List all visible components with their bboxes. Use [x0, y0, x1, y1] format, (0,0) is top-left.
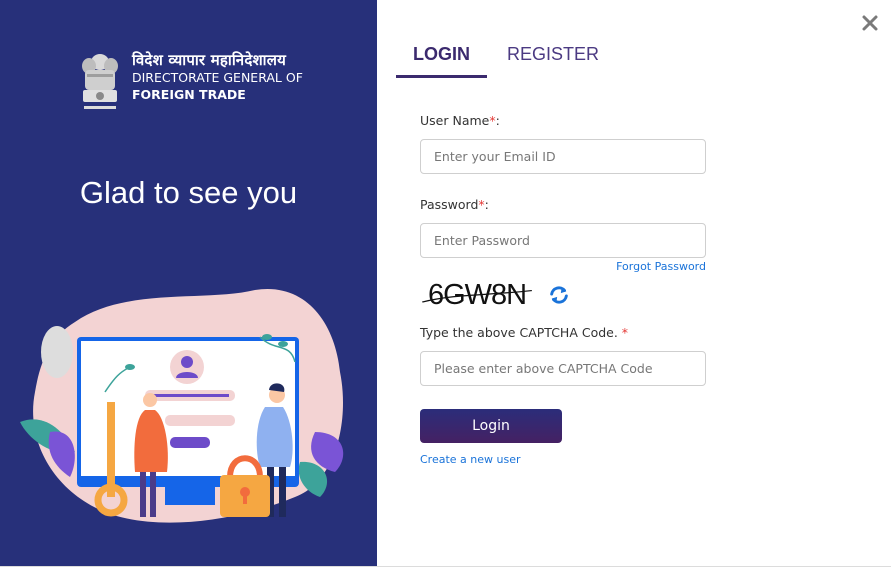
brand-hindi-name: विदेश व्यापार महानिदेशालय — [132, 51, 287, 69]
national-emblem-icon — [82, 54, 118, 109]
left-panel: विदेश व्यापार महानिदेशालय DIRECTORATE GE… — [0, 0, 377, 566]
forgot-password-link[interactable]: Forgot Password — [420, 260, 706, 273]
captcha-image: 6GW8N — [420, 279, 534, 312]
login-button[interactable]: Login — [420, 409, 562, 443]
welcome-heading: Glad to see you — [79, 175, 298, 210]
tab-register[interactable]: REGISTER — [490, 44, 616, 78]
right-panel: LOGIN REGISTER User Name*: Password*: Fo… — [377, 0, 891, 566]
brand-name-line1: DIRECTORATE GENERAL OF — [132, 70, 303, 85]
password-label: Password*: — [420, 197, 489, 212]
captcha-row: 6GW8N — [420, 275, 706, 315]
login-dialog: विदेश व्यापार महानिदेशालय DIRECTORATE GE… — [0, 0, 891, 567]
required-mark: * — [621, 325, 629, 340]
create-new-user-link[interactable]: Create a new user — [420, 453, 521, 466]
refresh-icon[interactable] — [548, 284, 570, 306]
captcha-label: Type the above CAPTCHA Code. * — [420, 325, 629, 340]
login-form: User Name*: Password*: Forgot Password 6… — [420, 113, 706, 467]
username-label: User Name*: — [420, 113, 500, 128]
close-icon[interactable] — [859, 12, 881, 34]
password-input[interactable] — [420, 223, 706, 258]
auth-tabs: LOGIN REGISTER — [396, 44, 616, 78]
brand-name-line2: FOREIGN TRADE — [132, 87, 246, 102]
tab-login[interactable]: LOGIN — [396, 44, 487, 78]
captcha-noise-line — [421, 289, 532, 303]
brand-header: विदेश व्यापार महानिदेशालय DIRECTORATE GE… — [78, 52, 303, 114]
login-security-illustration — [20, 288, 344, 523]
captcha-input[interactable] — [420, 351, 706, 386]
username-input[interactable] — [420, 139, 706, 174]
